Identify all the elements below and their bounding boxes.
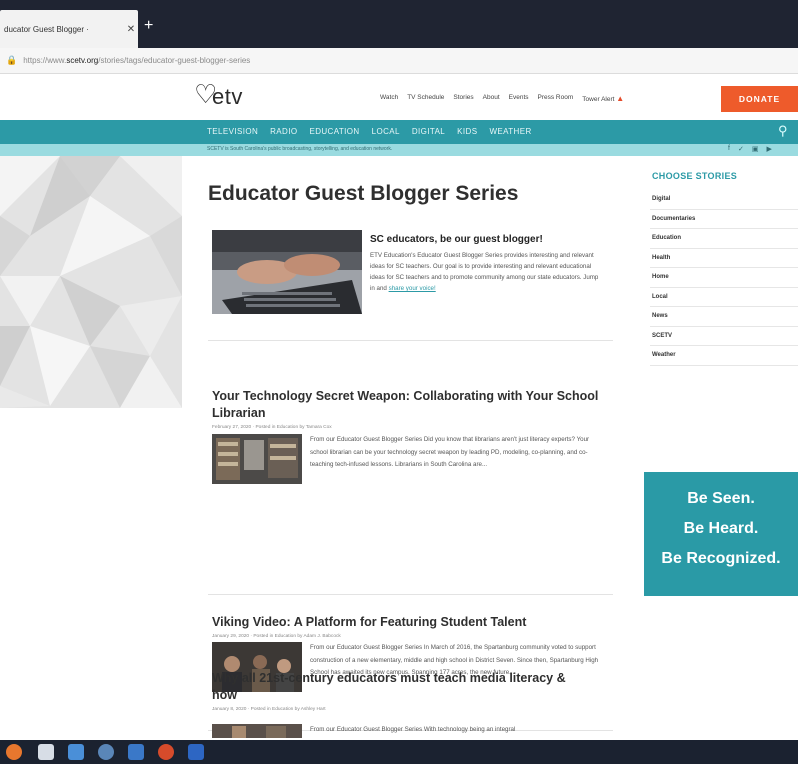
nav-press-room[interactable]: Press Room — [538, 94, 574, 103]
web-page: ♡ etv Watch TV Schedule Stories About Eve… — [0, 74, 798, 740]
browser-tab[interactable]: ducator Guest Blogger · ✕ — [0, 10, 138, 48]
main-content: Educator Guest Blogger Series SC educato… — [198, 156, 618, 740]
page-title: Educator Guest Blogger Series — [208, 182, 519, 205]
heart-logo-icon: ♡ — [194, 79, 218, 109]
post-meta: January 29, 2020 · Posted in Education b… — [212, 634, 341, 639]
post-title[interactable]: Your Technology Secret Weapon: Collabora… — [212, 388, 612, 422]
post-title[interactable]: Viking Video: A Platform for Featuring S… — [212, 614, 612, 631]
nav-education[interactable]: EDUCATION — [309, 127, 359, 136]
category-news[interactable]: News — [650, 307, 798, 327]
tab-title: ducator Guest Blogger · — [4, 24, 89, 34]
twitter-icon[interactable]: ✓ — [738, 145, 744, 153]
url-prefix: https://www. — [23, 56, 67, 65]
post-meta: February 27, 2020 · Posted in Education … — [212, 425, 332, 430]
browser-titlebar: ducator Guest Blogger · ✕ + — [0, 0, 798, 48]
etv-logo[interactable]: ♡ etv — [194, 79, 243, 110]
post-item: Viking Video: A Platform for Featuring S… — [212, 614, 612, 692]
ad-line-2: Be Heard. — [683, 520, 759, 537]
instagram-icon[interactable]: ▣ — [752, 145, 759, 153]
nav-radio[interactable]: RADIO — [270, 127, 297, 136]
advertisement-banner[interactable]: Be Seen. Be Heard. Be Recognized. — [644, 472, 798, 596]
nav-events[interactable]: Events — [509, 94, 529, 103]
category-documentaries[interactable]: Documentaries — [650, 210, 798, 229]
category-education[interactable]: Education — [650, 229, 798, 249]
app-icon[interactable] — [128, 744, 144, 760]
facebook-icon[interactable]: f — [728, 145, 730, 153]
nav-watch[interactable]: Watch — [380, 94, 398, 103]
category-digital[interactable]: Digital — [650, 190, 798, 210]
word-icon[interactable] — [188, 744, 204, 760]
donate-button[interactable]: DONATE — [721, 86, 798, 112]
site-header: ♡ etv Watch TV Schedule Stories About Eve… — [0, 74, 798, 120]
file-icon[interactable] — [38, 744, 54, 760]
post-thumbnail[interactable] — [212, 724, 302, 738]
share-voice-link[interactable]: share your voice! — [389, 285, 436, 292]
nav-stories[interactable]: Stories — [453, 94, 473, 103]
social-links: f ✓ ▣ ▶ — [728, 145, 772, 153]
intro-title: SC educators, be our guest blogger! — [370, 234, 543, 245]
youtube-icon[interactable]: ▶ — [766, 145, 771, 153]
decorative-pattern — [0, 156, 182, 408]
divider — [208, 340, 613, 341]
lock-icon: 🔒 — [6, 55, 18, 65]
browser-icon[interactable] — [98, 744, 114, 760]
media-icon[interactable] — [158, 744, 174, 760]
taskbar — [0, 740, 798, 764]
divider — [208, 594, 613, 595]
chat-icon[interactable] — [68, 744, 84, 760]
url-domain: scetv.org — [66, 56, 99, 65]
nav-digital[interactable]: DIGITAL — [412, 127, 445, 136]
category-health[interactable]: Health — [650, 249, 798, 268]
post-excerpt: From our Educator Guest Blogger Series D… — [310, 436, 590, 468]
post-title[interactable]: Why all 21st-century educators must teac… — [212, 670, 592, 704]
intro-text: ETV Education's Educator Guest Blogger S… — [370, 252, 599, 292]
story-category-list: Digital Documentaries Education Health H… — [650, 190, 798, 366]
nav-kids[interactable]: KIDS — [457, 127, 477, 136]
post-meta: January 8, 2020 · Posted in Education by… — [212, 707, 326, 712]
nav-about[interactable]: About — [483, 94, 500, 103]
post-excerpt: From our Educator Guest Blogger Series W… — [310, 726, 516, 733]
post-thumbnail[interactable] — [212, 434, 302, 484]
category-scetv[interactable]: SCETV — [650, 327, 798, 346]
alert-icon: ▲ — [616, 94, 625, 103]
ad-line-3: Be Recognized. — [661, 550, 781, 567]
intro-image — [212, 230, 362, 314]
tagline-text: SCETV is South Carolina's public broadca… — [207, 146, 393, 152]
nav-local[interactable]: LOCAL — [372, 127, 400, 136]
nav-tv-schedule[interactable]: TV Schedule — [407, 94, 444, 103]
tagline-bar: SCETV is South Carolina's public broadca… — [0, 144, 798, 156]
nav-tower-alert[interactable]: Tower Alert ▲ — [582, 94, 624, 103]
nav-television[interactable]: TELEVISION — [207, 127, 258, 136]
address-bar[interactable]: 🔒 https://www. scetv.org/stories/tags/edu… — [0, 48, 798, 74]
top-nav: Watch TV Schedule Stories About Events P… — [380, 94, 624, 103]
search-icon[interactable]: ⚲ — [778, 123, 788, 139]
main-nav: TELEVISION RADIO EDUCATION LOCAL DIGITAL… — [0, 120, 798, 144]
nav-weather[interactable]: WEATHER — [489, 127, 531, 136]
tab-close-icon[interactable]: ✕ — [124, 24, 138, 35]
post-item: Your Technology Secret Weapon: Collabora… — [212, 388, 612, 484]
url-path: /stories/tags/educator-guest-blogger-ser… — [98, 56, 251, 65]
new-tab-button[interactable]: + — [144, 18, 153, 34]
category-local[interactable]: Local — [650, 288, 798, 307]
post-item: Why all 21st-century educators must teac… — [212, 670, 612, 738]
category-weather[interactable]: Weather — [650, 346, 798, 366]
firefox-icon[interactable] — [6, 744, 22, 760]
category-home[interactable]: Home — [650, 268, 798, 288]
ad-line-1: Be Seen. — [687, 490, 755, 507]
choose-stories-title: CHOOSE STORIES — [652, 171, 738, 181]
